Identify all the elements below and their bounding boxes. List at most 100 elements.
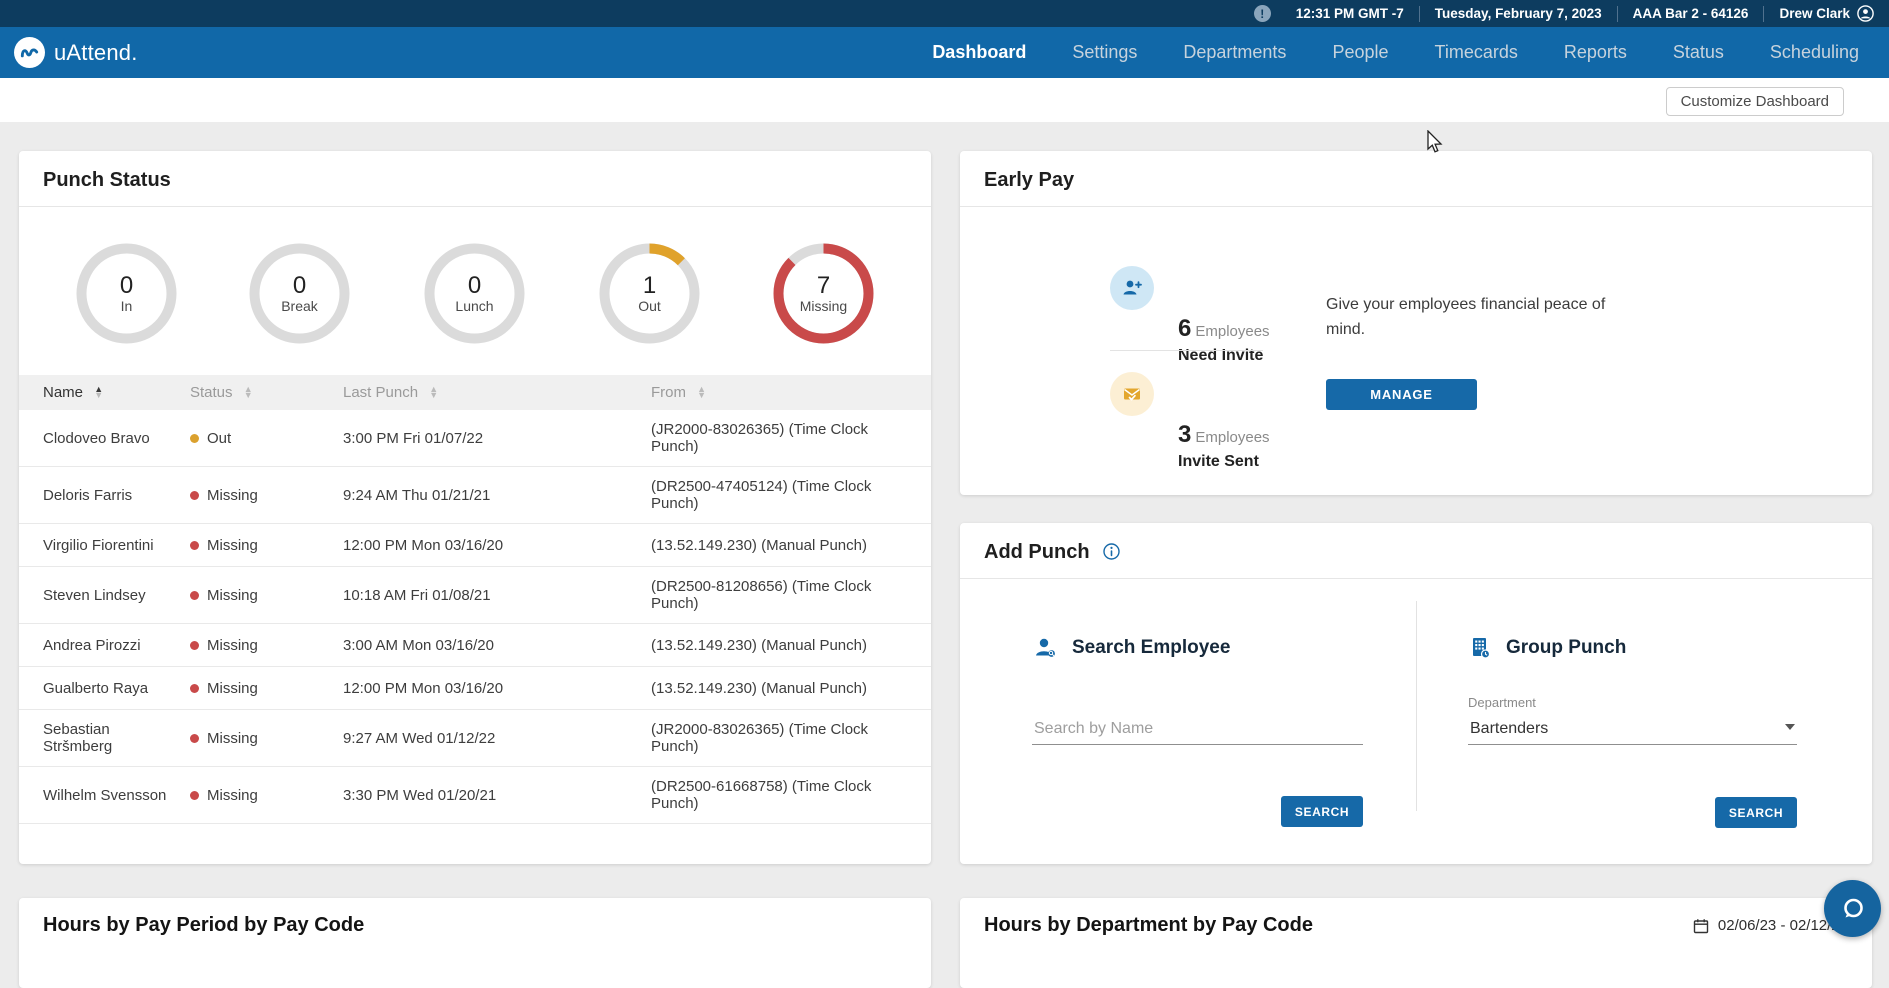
sort-icon: ▲▼: [429, 387, 438, 398]
nav-item-settings[interactable]: Settings: [1072, 42, 1137, 63]
chat-fab-button[interactable]: [1824, 880, 1881, 937]
search-employee-section-head: Search Employee: [1032, 634, 1230, 662]
cell-from: (JR2000-83026365) (Time Clock Punch): [651, 410, 931, 467]
cell-status: Out: [190, 410, 343, 467]
cell-status: Missing: [190, 467, 343, 524]
cell-status: Missing: [190, 624, 343, 667]
clock-time: 12:31 PM GMT -7: [1281, 6, 1419, 22]
current-date: Tuesday, February 7, 2023: [1419, 6, 1617, 22]
account-name: AAA Bar 2 - 64126: [1617, 6, 1764, 22]
cell-status: Missing: [190, 767, 343, 824]
circle-value: 0: [120, 273, 133, 298]
table-row[interactable]: Gualberto RayaMissing12:00 PM Mon 03/16/…: [19, 667, 931, 710]
nav-item-reports[interactable]: Reports: [1564, 42, 1627, 63]
nav-item-departments[interactable]: Departments: [1183, 42, 1286, 63]
search-employee-input[interactable]: [1032, 714, 1363, 745]
punch-status-title: Punch Status: [43, 169, 171, 192]
user-avatar-icon: [1857, 5, 1874, 22]
table-row[interactable]: Clodoveo BravoOut3:00 PM Fri 01/07/22(JR…: [19, 410, 931, 467]
column-header-from[interactable]: From ▲▼: [651, 375, 931, 410]
cell-name: Clodoveo Bravo: [19, 410, 190, 467]
status-dot-icon: [190, 791, 199, 800]
table-row[interactable]: Deloris FarrisMissing9:24 AM Thu 01/21/2…: [19, 467, 931, 524]
department-label: Department: [1468, 695, 1536, 710]
cell-status: Missing: [190, 667, 343, 710]
alert-icon[interactable]: !: [1254, 5, 1271, 22]
chat-bubble-icon: [1840, 896, 1866, 922]
nav-item-dashboard[interactable]: Dashboard: [932, 42, 1026, 63]
cell-last-punch: 9:27 AM Wed 01/12/22: [343, 710, 651, 767]
table-row[interactable]: Andrea PirozziMissing3:00 AM Mon 03/16/2…: [19, 624, 931, 667]
sort-icon: ▲▼: [244, 387, 253, 398]
punch-circle-out: 1 Out: [599, 243, 700, 344]
punch-circle-missing: 7 Missing: [773, 243, 874, 344]
nav-item-scheduling[interactable]: Scheduling: [1770, 42, 1859, 63]
table-row[interactable]: Sebastian StršmbergMissing9:27 AM Wed 01…: [19, 710, 931, 767]
cell-last-punch: 12:00 PM Mon 03/16/20: [343, 524, 651, 567]
column-header-name[interactable]: Name ▲▼: [19, 375, 190, 410]
date-range-picker[interactable]: 02/06/23 - 02/12/23: [1693, 917, 1848, 934]
cell-from: (13.52.149.230) (Manual Punch): [651, 624, 931, 667]
nav-item-people[interactable]: People: [1332, 42, 1388, 63]
customize-dashboard-button[interactable]: Customize Dashboard: [1666, 87, 1844, 116]
nav-item-timecards[interactable]: Timecards: [1435, 42, 1518, 63]
status-dot-icon: [190, 434, 199, 443]
brand-logo[interactable]: uAttend.: [14, 37, 138, 68]
main-navbar: uAttend. Dashboard Settings Departments Peo…: [0, 27, 1889, 78]
cell-name: Steven Lindsey: [19, 567, 190, 624]
table-row[interactable]: Wilhelm SvenssonMissing3:30 PM Wed 01/20…: [19, 767, 931, 824]
nav-item-status[interactable]: Status: [1673, 42, 1724, 63]
manage-button[interactable]: MANAGE: [1326, 379, 1477, 410]
user-menu[interactable]: Drew Clark: [1763, 6, 1889, 22]
table-row[interactable]: Steven LindseyMissing10:18 AM Fri 01/08/…: [19, 567, 931, 624]
punch-status-circles: 0 In 0 Break 0 Lunch 1 Out 7 Missing: [19, 207, 931, 375]
circle-value: 0: [468, 273, 481, 298]
cell-status: Missing: [190, 524, 343, 567]
chevron-down-icon: [1785, 724, 1795, 730]
circle-label: Out: [638, 298, 661, 314]
cell-name: Deloris Farris: [19, 467, 190, 524]
table-row[interactable]: Virgilio FiorentiniMissing12:00 PM Mon 0…: [19, 524, 931, 567]
column-header-status[interactable]: Status ▲▼: [190, 375, 343, 410]
calendar-icon: [1693, 918, 1709, 934]
cell-name: Andrea Pirozzi: [19, 624, 190, 667]
vertical-divider: [1416, 601, 1417, 811]
cell-from: (JR2000-83026365) (Time Clock Punch): [651, 710, 931, 767]
circle-value: 7: [817, 273, 830, 298]
group-punch-search-button[interactable]: SEARCH: [1715, 797, 1797, 828]
early-pay-title: Early Pay: [984, 169, 1074, 192]
search-employee-button[interactable]: SEARCH: [1281, 796, 1363, 827]
cell-status: Missing: [190, 567, 343, 624]
info-icon[interactable]: [1103, 543, 1120, 560]
status-dot-icon: [190, 591, 199, 600]
punch-status-card: Punch Status 0 In 0 Break 0 Lunch 1 Out …: [19, 151, 931, 864]
cell-last-punch: 3:30 PM Wed 01/20/21: [343, 767, 651, 824]
department-select[interactable]: Bartenders: [1468, 714, 1797, 745]
table-header-row: Name ▲▼ Status ▲▼ Last Punch ▲▼ From ▲▼: [19, 375, 931, 410]
cell-last-punch: 3:00 AM Mon 03/16/20: [343, 624, 651, 667]
person-add-icon: [1120, 276, 1144, 300]
invite-sent-count: 3Employees: [1178, 421, 1270, 449]
page-toolbar: Customize Dashboard: [0, 78, 1889, 122]
column-header-last-punch[interactable]: Last Punch ▲▼: [343, 375, 651, 410]
cell-from: (DR2500-81208656) (Time Clock Punch): [651, 567, 931, 624]
add-punch-header: Add Punch: [960, 523, 1872, 579]
punch-status-table: Name ▲▼ Status ▲▼ Last Punch ▲▼ From ▲▼ …: [19, 375, 931, 824]
need-invite-icon-circle: [1110, 266, 1154, 310]
search-employee-title: Search Employee: [1072, 637, 1230, 659]
status-dot-icon: [190, 491, 199, 500]
group-punch-section-head: Group Punch: [1467, 634, 1626, 661]
add-punch-card: Add Punch Search Employee SEARCH: [960, 523, 1872, 864]
hours-by-department-card: Hours by Department by Pay Code 02/06/23…: [960, 898, 1872, 988]
cell-from: (DR2500-47405124) (Time Clock Punch): [651, 467, 931, 524]
circle-label: Lunch: [455, 298, 493, 314]
sort-icon: ▲▼: [697, 387, 706, 398]
hours-by-pay-period-card: Hours by Pay Period by Pay Code: [19, 898, 931, 988]
cell-name: Sebastian Stršmberg: [19, 710, 190, 767]
cell-name: Virgilio Fiorentini: [19, 524, 190, 567]
need-invite-count: 6Employees: [1178, 315, 1270, 343]
building-icon: [1467, 634, 1494, 661]
circle-label: In: [121, 298, 133, 314]
cell-name: Gualberto Raya: [19, 667, 190, 710]
group-punch-title: Group Punch: [1506, 637, 1626, 659]
